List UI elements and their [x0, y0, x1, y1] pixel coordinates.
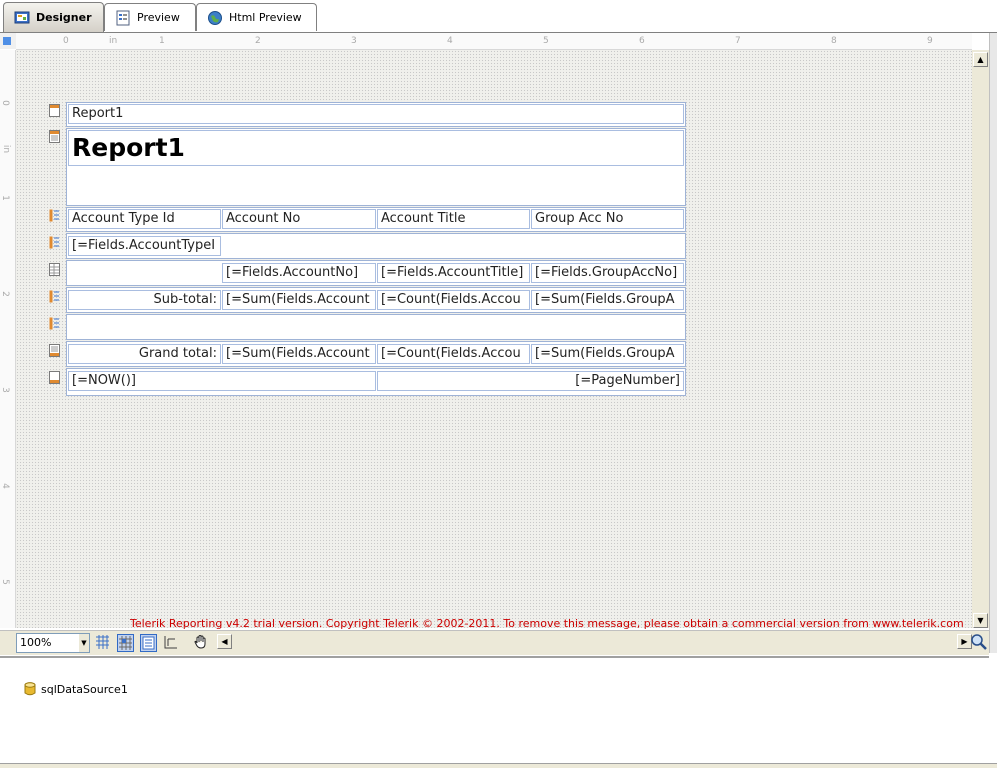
snaplines-icon — [142, 636, 155, 650]
ruler-tick: 4 — [0, 483, 10, 489]
dimensions-button[interactable] — [163, 634, 180, 652]
grid-icon — [96, 635, 109, 649]
snap-grid-icon — [119, 636, 132, 650]
chevron-down-icon[interactable]: ▼ — [79, 634, 89, 652]
column-header-group-acc-no[interactable]: Group Acc No — [531, 209, 684, 229]
subtotal-account-title-count[interactable]: [=Count(Fields.Accou — [377, 290, 530, 310]
group-acc-no-field-textbox[interactable]: [=Fields.GroupAccNo] — [531, 263, 684, 283]
subtotal-group-acc-no[interactable]: [=Sum(Fields.GroupA — [531, 290, 684, 310]
vertical-ruler: 0 in 1 2 3 4 5 — [0, 50, 16, 628]
page-number-textbox[interactable]: [=PageNumber] — [377, 371, 684, 391]
page-footer-section-icon — [49, 371, 60, 384]
report-header-section-icon — [49, 130, 60, 143]
ruler-tick: 0 — [63, 36, 69, 46]
ruler-tick: 4 — [447, 36, 453, 46]
ruler-unit-label: in — [1, 144, 12, 154]
now-textbox[interactable]: [=NOW()] — [68, 371, 376, 391]
window-edge — [989, 33, 997, 653]
report-title-textbox[interactable]: Report1 — [68, 130, 684, 166]
ruler-corner[interactable] — [0, 33, 16, 49]
detail-section[interactable]: [=Fields.AccountNo] [=Fields.AccountTitl… — [66, 260, 686, 286]
ruler-icon — [164, 636, 177, 649]
detail-section-icon — [49, 263, 60, 276]
grand-total-account-title-count[interactable]: [=Count(Fields.Accou — [377, 344, 530, 364]
scroll-down-button[interactable]: ▼ — [973, 613, 988, 628]
scroll-left-button[interactable]: ◀ — [217, 634, 232, 649]
report-header-section[interactable]: Report1 — [66, 128, 686, 206]
tab-designer[interactable]: Designer — [3, 2, 104, 32]
ruler-tick: 1 — [159, 36, 165, 46]
ruler-tick: 2 — [255, 36, 261, 46]
tab-html-preview[interactable]: Html Preview — [196, 3, 317, 31]
group-footer-section-icon — [49, 317, 59, 330]
designer-toolbar: 100% ▼ ◀ ▶ — [0, 630, 989, 655]
account-title-field-textbox[interactable]: [=Fields.AccountTitle] — [377, 263, 530, 283]
scroll-up-button[interactable]: ▲ — [973, 52, 988, 67]
zoom-combobox[interactable]: 100% ▼ — [16, 633, 90, 653]
horizontal-ruler: 0 in 1 2 3 4 5 6 7 8 9 — [16, 33, 972, 50]
hand-icon — [194, 634, 206, 649]
ruler-tick: 5 — [543, 36, 549, 46]
grand-total-label[interactable]: Grand total: — [68, 344, 221, 364]
ruler-tick: 5 — [0, 579, 10, 585]
datasource-name: sqlDataSource1 — [41, 682, 128, 696]
group-header-section-icon — [49, 236, 59, 249]
column-header-account-title[interactable]: Account Title — [377, 209, 530, 229]
document-tab-bar: Designer Preview Html Preview — [0, 0, 997, 33]
ruler-tick: 6 — [639, 36, 645, 46]
preview-icon — [116, 10, 130, 25]
vertical-scrollbar[interactable]: ▲ ▼ — [972, 50, 989, 628]
ruler-tick: 1 — [0, 195, 10, 201]
database-icon — [24, 682, 36, 696]
outer-group-footer-section[interactable] — [66, 314, 686, 340]
snap-to-snaplines-button[interactable] — [140, 634, 157, 652]
ruler-tick: 7 — [735, 36, 741, 46]
subtotal-label[interactable]: Sub-total: — [68, 290, 221, 310]
ruler-tick: 3 — [0, 387, 10, 393]
page-header-section-icon — [49, 104, 60, 117]
horizontal-scrollbar[interactable]: ◀ ▶ — [217, 633, 972, 650]
trial-notice: Telerik Reporting v4.2 trial version. Co… — [130, 617, 964, 630]
globe-icon — [208, 10, 222, 25]
account-type-field-textbox[interactable]: [=Fields.AccountTypeI — [68, 236, 221, 256]
page-header-section[interactable]: Report1 — [66, 102, 686, 127]
designer-icon — [14, 11, 30, 23]
tab-html-preview-label: Html Preview — [229, 11, 302, 24]
group-footer-section-icon — [49, 290, 59, 303]
ruler-tick: 8 — [831, 36, 837, 46]
status-strip — [0, 763, 997, 768]
tab-preview-label: Preview — [137, 11, 180, 24]
tab-designer-label: Designer — [36, 11, 92, 24]
ruler-tick: 9 — [927, 36, 933, 46]
account-no-field-textbox[interactable]: [=Fields.AccountNo] — [222, 263, 376, 283]
ruler-unit-label: in — [109, 36, 118, 46]
show-grid-button[interactable] — [95, 634, 112, 652]
zoom-value: 100% — [20, 636, 52, 649]
column-header-section[interactable]: Account Type Id Account No Account Title… — [66, 207, 686, 232]
group-header-section[interactable]: [=Fields.AccountTypeI — [66, 233, 686, 259]
snap-to-grid-button[interactable] — [117, 634, 134, 652]
page-header-textbox[interactable]: Report1 — [68, 104, 684, 124]
datasource-item-sqldatasource1[interactable]: sqlDataSource1 — [24, 682, 128, 696]
grand-total-group-acc-no[interactable]: [=Sum(Fields.GroupA — [531, 344, 684, 364]
grand-total-account-no[interactable]: [=Sum(Fields.Account — [222, 344, 376, 364]
ruler-tick: 3 — [351, 36, 357, 46]
column-header-account-no[interactable]: Account No — [222, 209, 376, 229]
group-footer-section[interactable]: Sub-total: [=Sum(Fields.Account [=Count(… — [66, 287, 686, 313]
tab-preview[interactable]: Preview — [104, 3, 196, 31]
page-footer-section[interactable]: [=NOW()] [=PageNumber] — [66, 368, 686, 396]
magnifier-icon[interactable] — [970, 633, 988, 651]
ruler-tick: 0 — [0, 100, 10, 106]
subtotal-account-no[interactable]: [=Sum(Fields.Account — [222, 290, 376, 310]
component-tray — [0, 656, 989, 766]
column-header-account-type-id[interactable]: Account Type Id — [68, 209, 221, 229]
report-footer-section-icon — [49, 344, 60, 357]
group-header-section-icon — [49, 209, 59, 222]
report-footer-section[interactable]: Grand total: [=Sum(Fields.Account [=Coun… — [66, 341, 686, 367]
ruler-tick: 2 — [0, 291, 10, 297]
pan-tool-button[interactable] — [193, 634, 210, 652]
